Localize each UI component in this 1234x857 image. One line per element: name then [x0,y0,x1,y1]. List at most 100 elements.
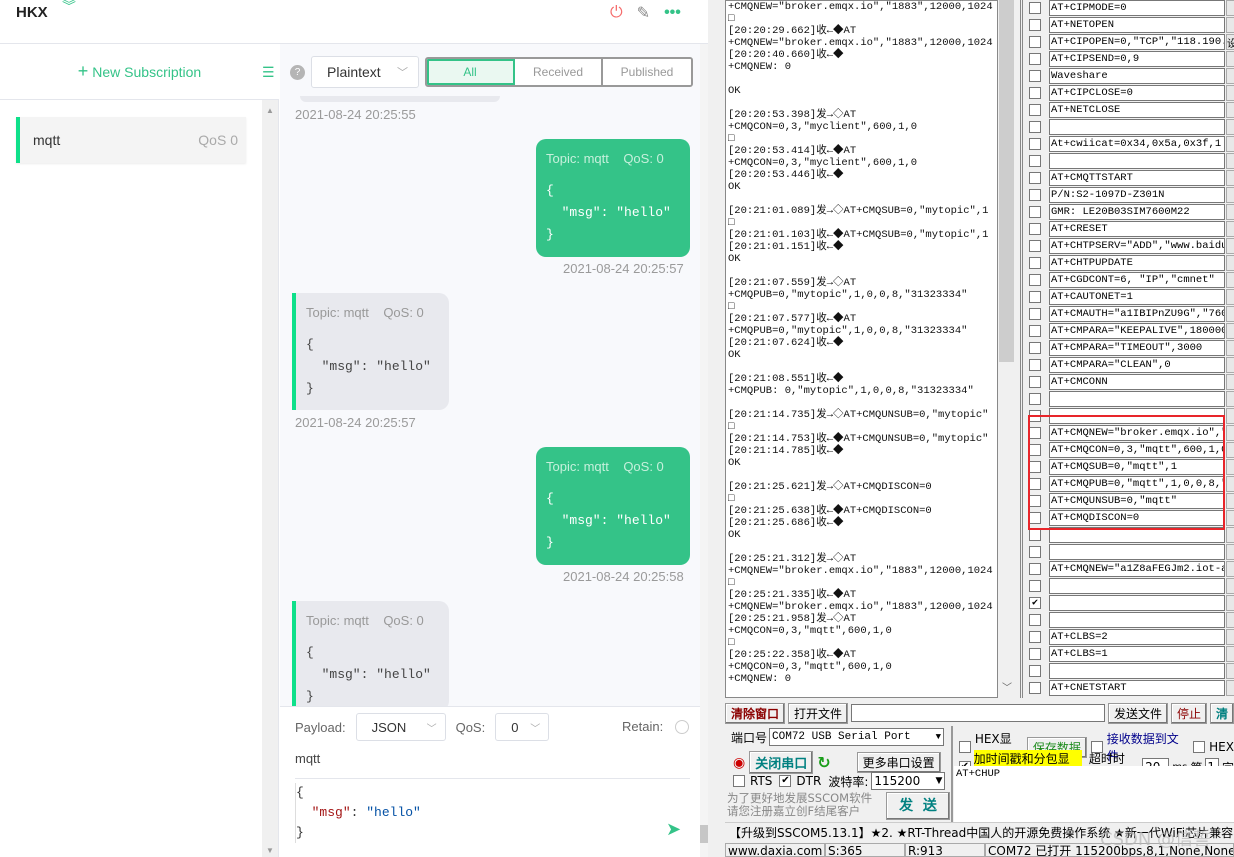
command-field[interactable]: P/N:S2-1097D-Z301N [1049,186,1225,203]
command-field[interactable]: AT+CMQDISCON=0 [1049,509,1225,526]
command-field[interactable]: AT+NETCLOSE [1049,101,1225,118]
command-send-button[interactable] [1226,118,1234,135]
command-send-button[interactable] [1226,662,1234,679]
command-checkbox[interactable] [1029,307,1041,320]
command-checkbox[interactable] [1029,69,1041,82]
more-icon[interactable]: ••• [664,4,681,22]
command-field[interactable]: Waveshare [1049,67,1225,84]
command-send-button[interactable] [1226,305,1234,322]
subscription-item[interactable]: mqtt QoS 0 [16,117,246,163]
command-checkbox[interactable] [1029,409,1041,422]
command-checkbox[interactable] [1029,188,1041,201]
command-checkbox[interactable] [1029,324,1041,337]
command-send-button[interactable] [1226,458,1234,475]
promo-text[interactable]: 为了更好地发展SSCOM软件 请您注册嘉立创F结尾客户 [727,792,872,818]
send-button[interactable]: 发 送 [886,792,950,820]
command-checkbox[interactable] [1029,154,1041,167]
receive-scrollbar[interactable]: ﹀ [998,0,1015,698]
message-bubble-published[interactable]: Topic: mqtt QoS: 0 { "msg": "hello" } [536,139,690,257]
command-checkbox[interactable] [1029,545,1041,558]
command-checkbox[interactable] [1029,86,1041,99]
command-checkbox[interactable] [1029,579,1041,592]
command-field[interactable]: AT+CMPARA="CLEAN",0 [1049,356,1225,373]
command-send-button[interactable] [1226,16,1234,33]
command-field[interactable]: AT+CIPOPEN=0,"TCP","118.190.9 [1049,33,1225,50]
send-file-button[interactable]: 发送文件 [1107,702,1168,724]
command-field[interactable]: AT+NETOPEN [1049,16,1225,33]
command-field[interactable]: GMR: LE20B03SIM7600M22 [1049,203,1225,220]
command-checkbox[interactable] [1029,137,1041,150]
command-checkbox[interactable] [1029,1,1041,14]
command-send-button[interactable] [1226,424,1234,441]
command-field[interactable]: AT+CMQUNSUB=0,"mqtt" [1049,492,1225,509]
command-send-button[interactable] [1226,254,1234,271]
command-field[interactable]: AT+CIPMODE=0 [1049,0,1225,16]
command-send-button[interactable] [1226,67,1234,84]
stop-button[interactable]: 停止 [1170,702,1207,724]
command-checkbox[interactable] [1029,239,1041,252]
port-select[interactable]: COM72 USB Serial Port ▼ [769,728,945,746]
command-checkbox[interactable] [1029,392,1041,405]
command-send-button[interactable] [1226,407,1234,424]
command-send-button[interactable] [1226,543,1234,560]
scroll-down-icon[interactable]: ▼ [266,846,274,855]
command-send-button[interactable] [1226,101,1234,118]
command-field[interactable]: AT+CMPARA="KEEPALIVE",180000 [1049,322,1225,339]
command-field[interactable]: At+cwiicat=0x34,0x5a,0x3f,1 [1049,135,1225,152]
message-bubble-published[interactable]: Topic: mqtt QoS: 0 { "msg": "hello" } [536,447,690,565]
refresh-icon[interactable]: ↻ [817,753,830,772]
command-checkbox[interactable] [1029,205,1041,218]
command-send-button[interactable] [1226,509,1234,526]
command-field[interactable] [1049,118,1225,135]
command-field[interactable] [1049,577,1225,594]
scroll-up-icon[interactable]: ▲ [266,106,274,115]
rts-checkbox[interactable] [733,775,745,787]
command-checkbox[interactable] [1029,647,1041,660]
collapse-list-icon[interactable]: ☰ [262,64,275,81]
command-field[interactable]: AT+CLBS=2 [1049,628,1225,645]
more-port-settings-button[interactable]: 更多串口设置 [856,752,941,773]
command-field[interactable]: AT+CLBS=1 [1049,645,1225,662]
payload-editor[interactable]: { "msg": "hello" } [295,783,421,843]
command-send-button[interactable] [1226,628,1234,645]
command-field[interactable]: AT+CMAUTH="a1IBIPnZU9G","7600 [1049,305,1225,322]
command-send-button[interactable] [1226,560,1234,577]
command-send-button[interactable] [1226,169,1234,186]
main-scrollbar[interactable] [700,44,708,857]
command-send-button[interactable] [1226,611,1234,628]
command-checkbox[interactable] [1029,426,1041,439]
topic-input[interactable]: mqtt [295,751,320,766]
command-send-button[interactable] [1226,441,1234,458]
command-field[interactable] [1049,543,1225,560]
command-checkbox[interactable] [1029,18,1041,31]
command-send-button[interactable] [1226,135,1234,152]
command-field[interactable]: AT+CMQCON=0,3,"mqtt",600,1,0 [1049,441,1225,458]
message-bubble-received[interactable]: Topic: mqtt QoS: 0 { "msg": "hello" } [292,601,449,711]
command-send-button[interactable] [1226,186,1234,203]
command-field[interactable] [1049,594,1225,611]
command-checkbox[interactable] [1029,562,1041,575]
command-checkbox[interactable] [1029,630,1041,643]
command-field[interactable]: AT+CIPCLOSE=0 [1049,84,1225,101]
command-send-button[interactable] [1226,220,1234,237]
dtr-checkbox[interactable]: ✔ [779,775,792,787]
command-checkbox[interactable] [1029,375,1041,388]
qos-select[interactable]: 0 ﹀ [495,713,550,741]
command-checkbox[interactable] [1029,120,1041,133]
command-send-button[interactable] [1226,50,1234,67]
open-file-button[interactable]: 打开文件 [788,702,849,724]
subscriptions-scrollbar[interactable]: ▲ ▼ [262,100,279,857]
command-send-button[interactable] [1226,237,1234,254]
send-icon[interactable]: ➤ [666,819,681,840]
command-field[interactable]: AT+CHTPSERV="ADD","www.baidu. [1049,237,1225,254]
command-checkbox[interactable] [1029,511,1041,524]
command-field[interactable]: AT+CMQPUB=0,"mqtt",1,0,0,8,"3 [1049,475,1225,492]
baud-select[interactable]: 115200 ▼ [871,772,946,790]
tab-all[interactable]: All [427,59,515,85]
command-send-button[interactable] [1226,271,1234,288]
command-checkbox[interactable] [1029,222,1041,235]
command-field[interactable] [1049,390,1225,407]
command-field[interactable] [1049,526,1225,543]
message-bubble-received[interactable]: Topic: mqtt QoS: 0 { "msg": "hello" } [292,293,449,410]
command-send-button[interactable] [1226,373,1234,390]
